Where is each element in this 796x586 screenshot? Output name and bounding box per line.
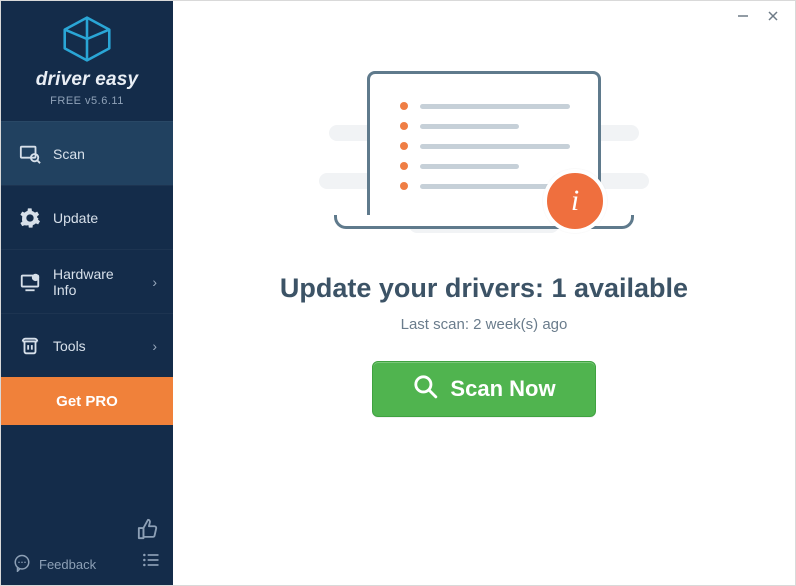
feedback-label: Feedback [39, 557, 96, 572]
sidebar-item-scan[interactable]: Scan [1, 121, 173, 185]
get-pro-button[interactable]: Get PRO [1, 377, 173, 425]
brand-block: driver easy FREE v5.6.11 [1, 1, 173, 117]
tools-icon [19, 335, 41, 357]
sidebar: driver easy FREE v5.6.11 Scan [1, 1, 173, 585]
sidebar-item-hardware-info[interactable]: i Hardware Info › [1, 249, 173, 313]
update-gear-icon [19, 207, 41, 229]
thumbs-up-icon[interactable] [137, 518, 159, 545]
headline: Update your drivers: 1 available [280, 273, 688, 304]
sidebar-item-label: Update [53, 210, 98, 226]
scan-icon [19, 143, 41, 165]
brand-subtitle: FREE v5.6.11 [50, 95, 124, 107]
search-icon [412, 373, 438, 405]
close-button[interactable] [759, 5, 787, 27]
feedback-button[interactable]: Feedback [13, 554, 96, 575]
brand-logo-icon [59, 15, 115, 63]
sidebar-item-label: Hardware Info [53, 266, 140, 298]
main-panel: i Update your drivers: 1 available Last … [173, 1, 795, 585]
info-badge-text: i [571, 184, 579, 218]
info-badge-icon: i [543, 169, 607, 233]
feedback-icon [13, 554, 31, 575]
sidebar-item-label: Tools [53, 338, 86, 354]
hero-area: i Update your drivers: 1 available Last … [173, 31, 795, 417]
sidebar-item-label: Scan [53, 146, 85, 162]
menu-list-icon[interactable] [141, 550, 161, 575]
window-titlebar [173, 1, 795, 31]
scan-now-button[interactable]: Scan Now [372, 361, 596, 417]
brand-name: driver easy [36, 69, 139, 91]
sidebar-nav: Scan Update i [1, 121, 173, 377]
chevron-right-icon: › [152, 338, 157, 354]
sidebar-footer: Feedback [1, 542, 173, 585]
hardware-info-icon: i [19, 271, 41, 293]
app-window: driver easy FREE v5.6.11 Scan [0, 0, 796, 586]
sidebar-item-update[interactable]: Update [1, 185, 173, 249]
last-scan-text: Last scan: 2 week(s) ago [401, 316, 568, 333]
get-pro-label: Get PRO [56, 393, 118, 410]
sidebar-item-tools[interactable]: Tools › [1, 313, 173, 377]
laptop-illustration: i [324, 61, 644, 231]
scan-now-label: Scan Now [450, 376, 555, 402]
chevron-right-icon: › [152, 274, 157, 290]
minimize-button[interactable] [729, 5, 757, 27]
